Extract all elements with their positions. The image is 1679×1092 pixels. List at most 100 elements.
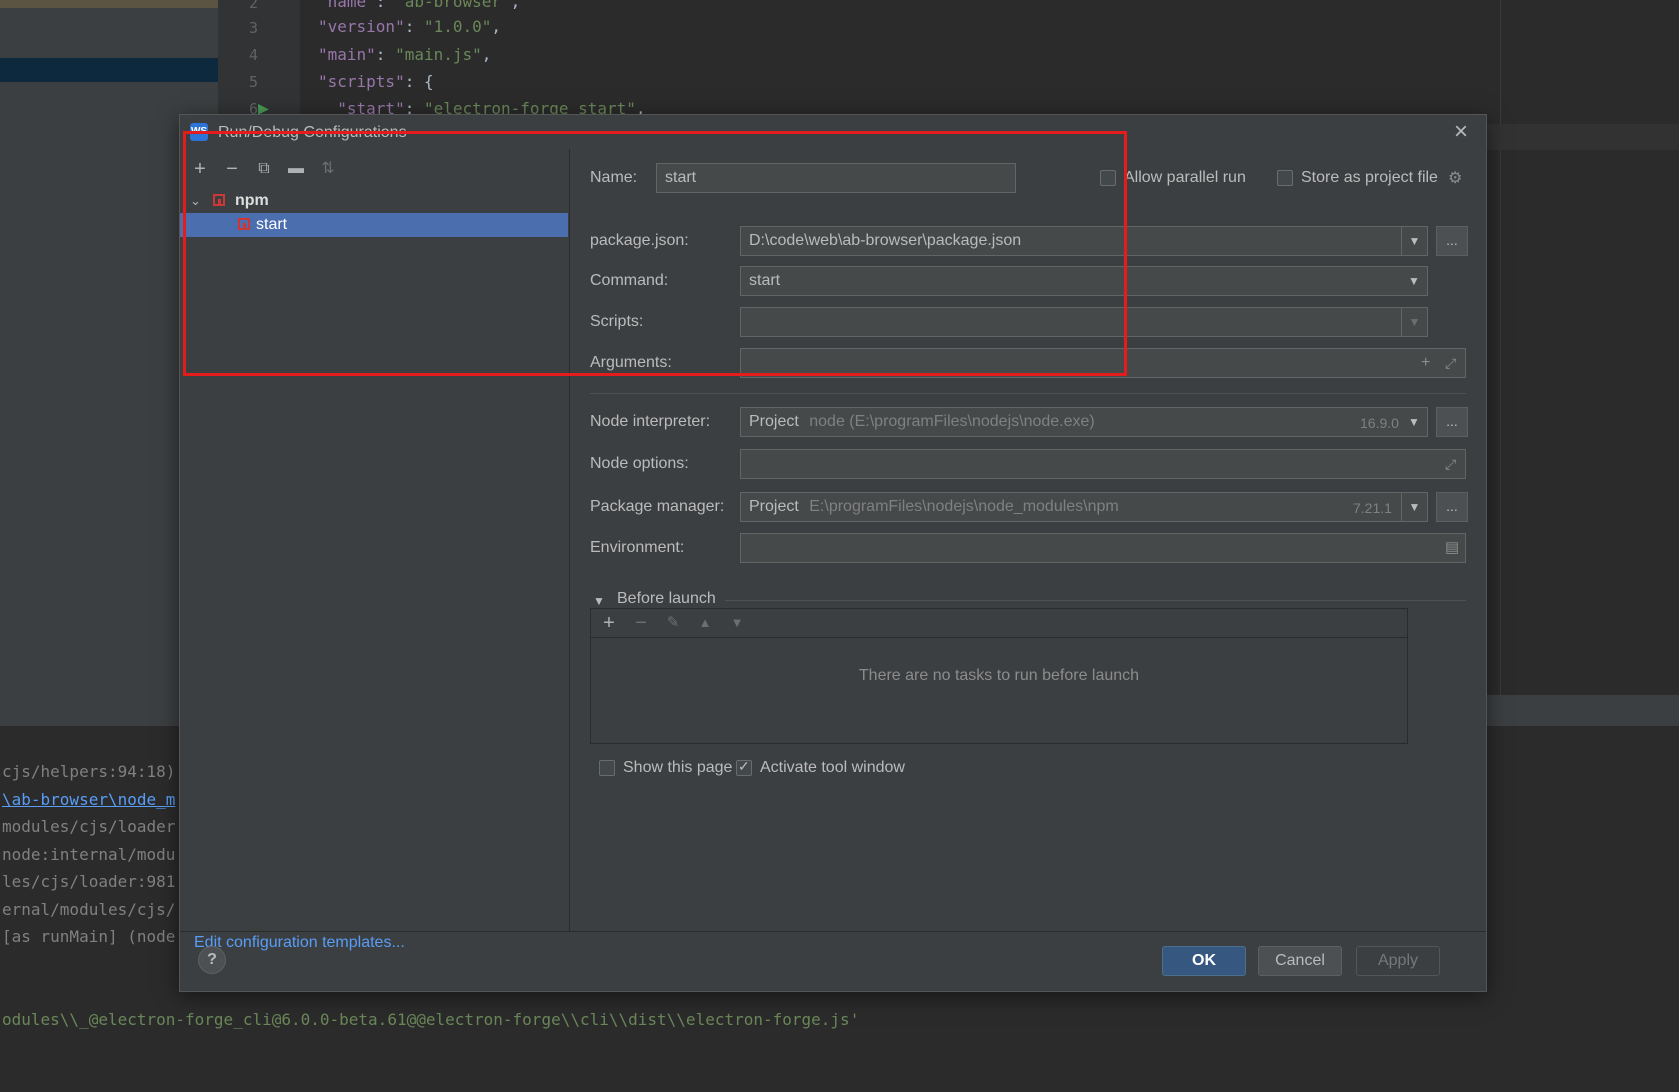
package-json-value: D:\code\web\ab-browser\package.json	[749, 232, 1022, 249]
chevron-down-icon[interactable]: ▼	[1401, 308, 1427, 336]
store-project-checkbox[interactable]	[1277, 170, 1293, 186]
node-interpreter-label: Node interpreter:	[590, 413, 711, 430]
code-line: "name": "ab-browser",	[318, 0, 521, 11]
arguments-field[interactable]: + ⤢	[740, 348, 1466, 378]
line-number: 4	[248, 46, 258, 64]
chevron-down-icon[interactable]: ▼	[593, 594, 605, 608]
chevron-down-icon[interactable]: ▼	[1401, 493, 1427, 521]
edit-icon[interactable]: ✎	[661, 611, 685, 635]
node-options-field[interactable]: ⤢	[740, 449, 1466, 479]
chevron-down-icon[interactable]: ▼	[1401, 408, 1427, 436]
document-icon[interactable]: ▤	[1445, 534, 1459, 562]
browse-node-interpreter-button[interactable]: ...	[1436, 407, 1468, 437]
webstorm-app-icon: WS	[190, 123, 208, 141]
add-icon[interactable]: +	[1421, 349, 1430, 377]
node-interpreter-prefix: Project	[749, 413, 799, 430]
remove-icon[interactable]: −	[629, 611, 653, 635]
code-line: "main": "main.js",	[318, 45, 492, 64]
activate-tool-checkbox[interactable]	[736, 758, 752, 776]
tool-window-header	[1480, 695, 1679, 727]
command-select[interactable]: start ▼	[740, 266, 1428, 296]
dialog-buttons: ? OK Cancel Apply	[180, 931, 1486, 992]
before-launch-label[interactable]: Before launch	[617, 590, 716, 608]
package-json-label: package.json:	[590, 232, 689, 249]
apply-button[interactable]: Apply	[1356, 946, 1440, 976]
package-manager-prefix: Project	[749, 498, 799, 515]
package-manager-select[interactable]: Project E:\programFiles\nodejs\node_modu…	[740, 492, 1428, 522]
ok-button[interactable]: OK	[1162, 946, 1246, 976]
allow-parallel-label: Allow parallel run	[1124, 169, 1246, 186]
gear-icon[interactable]: ⚙	[1448, 168, 1462, 188]
tree-group-label: npm	[235, 192, 269, 209]
tree-item-label: start	[256, 216, 288, 233]
folder-icon[interactable]: ▬	[284, 157, 308, 181]
before-launch-toolbar: + − ✎ ▲ ▼	[591, 609, 1407, 638]
scripts-label: Scripts:	[590, 313, 644, 330]
browse-package-json-button[interactable]: ...	[1436, 226, 1468, 256]
npm-icon	[238, 218, 250, 230]
package-manager-version: 7.21.1	[1353, 500, 1392, 516]
console-line: les/cjs/loader:981	[2, 872, 176, 891]
name-label: Name:	[590, 169, 638, 186]
empty-tasks-message: There are no tasks to run before launch	[858, 667, 1140, 684]
editor-caret-row	[1480, 124, 1679, 150]
name-field[interactable]: start	[656, 163, 1016, 193]
copy-icon[interactable]: ⧉	[252, 157, 276, 181]
sort-icon[interactable]: ⇅	[316, 157, 340, 181]
before-launch-list: + − ✎ ▲ ▼ There are no tasks to run befo…	[590, 608, 1408, 744]
chevron-down-icon[interactable]: ⌄	[190, 189, 201, 213]
separator	[725, 600, 1466, 601]
browse-package-manager-button[interactable]: ...	[1436, 492, 1468, 522]
remove-icon[interactable]: −	[220, 157, 244, 181]
node-options-label: Node options:	[590, 455, 689, 472]
close-icon[interactable]: ×	[1448, 119, 1474, 145]
separator	[590, 393, 1466, 394]
project-panel-selected-row	[0, 58, 218, 82]
line-number: 3	[248, 19, 258, 37]
command-value: start	[749, 272, 781, 289]
console-line: cjs/helpers:94:18)	[2, 762, 176, 781]
dialog-title: Run/Debug Configurations	[218, 124, 407, 141]
store-project-label: Store as project file	[1301, 169, 1438, 186]
move-up-icon[interactable]: ▲	[693, 611, 717, 635]
console-line: node:internal/modu	[2, 845, 176, 864]
package-manager-path: E:\programFiles\nodejs\node_modules\npm	[809, 498, 1119, 515]
chevron-down-icon[interactable]: ▼	[1401, 267, 1427, 295]
tree-group-npm[interactable]: ⌄ npm	[180, 189, 569, 213]
scripts-field[interactable]: ▼	[740, 307, 1428, 337]
console-link[interactable]: \ab-browser\node_m	[2, 790, 175, 809]
editor-right-margin	[1500, 0, 1679, 725]
console-line: modules/cjs/loader	[2, 817, 176, 836]
help-button[interactable]: ?	[198, 946, 226, 974]
dialog-titlebar[interactable]: WS Run/Debug Configurations ×	[180, 115, 1486, 149]
environment-field[interactable]: ▤	[740, 533, 1466, 563]
allow-parallel-checkbox[interactable]	[1100, 170, 1116, 186]
add-icon[interactable]: +	[188, 157, 212, 181]
code-line: "version": "1.0.0",	[318, 17, 502, 36]
environment-label: Environment:	[590, 539, 685, 556]
console-line: [as runMain] (node	[2, 927, 176, 946]
show-page-checkbox[interactable]	[599, 760, 615, 776]
command-label: Command:	[590, 272, 669, 289]
run-debug-dialog: WS Run/Debug Configurations × + − ⧉ ▬ ⇅ …	[179, 114, 1487, 992]
node-interpreter-select[interactable]: Project node (E:\programFiles\nodejs\nod…	[740, 407, 1428, 437]
move-down-icon[interactable]: ▼	[725, 611, 749, 635]
package-json-field[interactable]: D:\code\web\ab-browser\package.json ▼	[740, 226, 1428, 256]
tree-item-start[interactable]: start	[180, 213, 568, 237]
add-icon[interactable]: +	[597, 611, 621, 635]
project-panel-header	[0, 0, 218, 8]
cancel-button[interactable]: Cancel	[1258, 946, 1342, 976]
console-line: odules\\_@electron-forge_cli@6.0.0-beta.…	[2, 1010, 860, 1029]
arguments-label: Arguments:	[590, 354, 672, 371]
chevron-down-icon[interactable]: ▼	[1401, 227, 1427, 255]
expand-icon[interactable]: ⤢	[1445, 450, 1456, 478]
node-interpreter-path: node (E:\programFiles\nodejs\node.exe)	[809, 413, 1095, 430]
expand-icon[interactable]: ⤢	[1445, 349, 1456, 377]
configurations-pane: + − ⧉ ▬ ⇅ ⌄ npm start Edit configuration…	[180, 149, 570, 951]
node-version: 16.9.0	[1360, 415, 1399, 431]
code-line: "scripts": {	[318, 72, 434, 91]
activate-tool-label: Activate tool window	[760, 759, 905, 776]
line-number: 5	[248, 73, 258, 91]
npm-icon	[213, 194, 225, 206]
console-line: ernal/modules/cjs/	[2, 900, 176, 919]
